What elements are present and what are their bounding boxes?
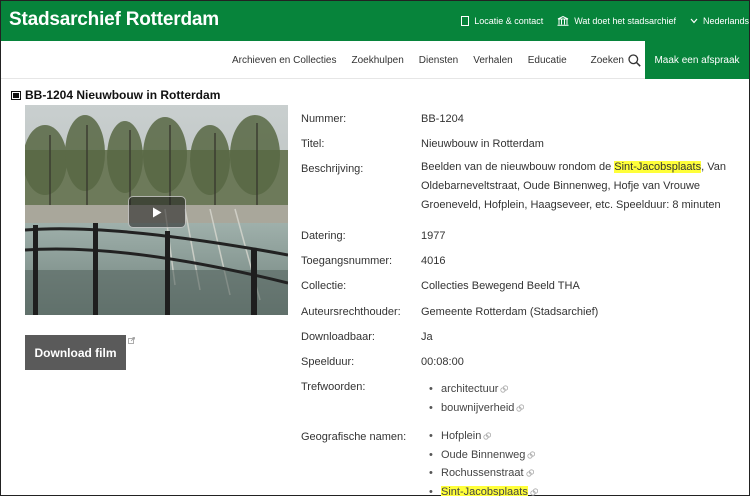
auteursrechthouder-label: Auteursrechthouder: [301,306,401,318]
nav-diensten[interactable]: Diensten [419,55,458,66]
geo-link[interactable]: Rochussenstraat [441,467,524,479]
search-highlight: Sint-Jacobsplaats [614,161,702,173]
search-label: Zoeken [590,54,624,66]
location-contact-link[interactable]: Locatie & contact [461,16,543,26]
video-player[interactable] [25,105,288,315]
about-archive-label: Wat doet het stadsarchief [574,16,676,26]
downloadbaar-label: Downloadbaar: [301,331,375,343]
toegangsnummer-label: Toegangsnummer: [301,255,393,267]
nav-educatie[interactable]: Educatie [528,55,567,66]
collectie-label: Collectie: [301,280,347,292]
header-links: Locatie & contact Wat doet het stadsarch… [447,1,749,41]
download-film-button[interactable]: Download film [25,335,126,370]
site-logo[interactable]: Stadsarchief Rotterdam [9,9,219,31]
nav-verhalen[interactable]: Verhalen [473,55,512,66]
external-link-icon[interactable] [128,337,135,344]
building-icon [557,16,569,26]
search-button[interactable]: Zoeken [590,53,641,67]
list-item[interactable]: Oude Binnenweg [421,446,538,465]
nav-zoekhulpen[interactable]: Zoekhulpen [352,55,404,66]
geografische-namen-label: Geografische namen: [301,431,407,443]
geo-link[interactable]: Hofplein [441,430,481,442]
list-item[interactable]: Hofplein [421,427,538,446]
datering-value: 1977 [421,230,446,242]
trefwoorden-list: architectuur bouwnijverheid [421,380,525,418]
trefwoorden-label: Trefwoorden: [301,381,366,393]
language-selector[interactable]: Nederlands [690,16,749,26]
location-icon [461,16,470,26]
speelduur-label: Speelduur: [301,356,355,368]
datering-label: Datering: [301,230,346,242]
main-nav: Archieven en Collecties Zoekhulpen Diens… [1,41,749,79]
beschrijving-label: Beschrijving: [301,163,364,175]
external-link-icon [500,385,509,393]
page-title: BB-1204 Nieuwbouw in Rotterdam [11,88,220,102]
nav-archieven-collecties[interactable]: Archieven en Collecties [232,55,337,66]
play-icon [153,207,162,217]
titel-label: Titel: [301,138,325,150]
speelduur-value: 00:08:00 [421,356,464,368]
beschrijving-text-start: Beelden van de nieuwbouw rondom de [421,161,615,173]
geografische-namen-list: Hofplein Oude Binnenweg Rochussenstraat … [421,427,538,496]
external-link-icon [530,487,538,496]
film-icon [11,90,21,100]
make-appointment-button[interactable]: Maak een afspraak [645,41,749,79]
external-link-icon [525,469,534,477]
list-item[interactable]: Sint-Jacobsplaats [421,483,538,496]
list-item[interactable]: bouwnijverheid [421,399,525,418]
geo-link-highlighted[interactable]: Sint-Jacobsplaats [441,485,528,496]
search-icon [628,53,641,67]
list-item[interactable]: architectuur [421,380,524,399]
play-button[interactable] [128,196,186,228]
page-title-text: BB-1204 Nieuwbouw in Rotterdam [25,88,221,102]
beschrijving-value: Beelden van de nieuwbouw rondom de Sint-… [421,158,739,215]
geo-link[interactable]: Oude Binnenweg [441,449,525,461]
downloadbaar-value: Ja [421,331,433,343]
collectie-value: Collecties Bewegend Beeld THA [421,280,580,292]
external-link-icon [527,450,536,459]
auteursrechthouder-value: Gemeente Rotterdam (Stadsarchief) [421,306,599,318]
titel-value: Nieuwbouw in Rotterdam [421,138,544,150]
chevron-down-icon [690,18,698,24]
language-label: Nederlands [702,16,749,26]
external-link-icon [483,432,492,440]
trefwoord-link[interactable]: architectuur [441,383,498,395]
about-archive-link[interactable]: Wat doet het stadsarchief [557,16,676,26]
top-header-bar: Stadsarchief Rotterdam Locatie & contact… [1,1,749,41]
location-contact-label: Locatie & contact [474,16,544,26]
toegangsnummer-value: 4016 [421,255,446,267]
nummer-value: BB-1204 [421,113,464,125]
trefwoord-link[interactable]: bouwnijverheid [441,402,514,414]
list-item[interactable]: Rochussenstraat [421,464,538,483]
nummer-label: Nummer: [301,113,347,125]
external-link-icon [516,403,525,412]
